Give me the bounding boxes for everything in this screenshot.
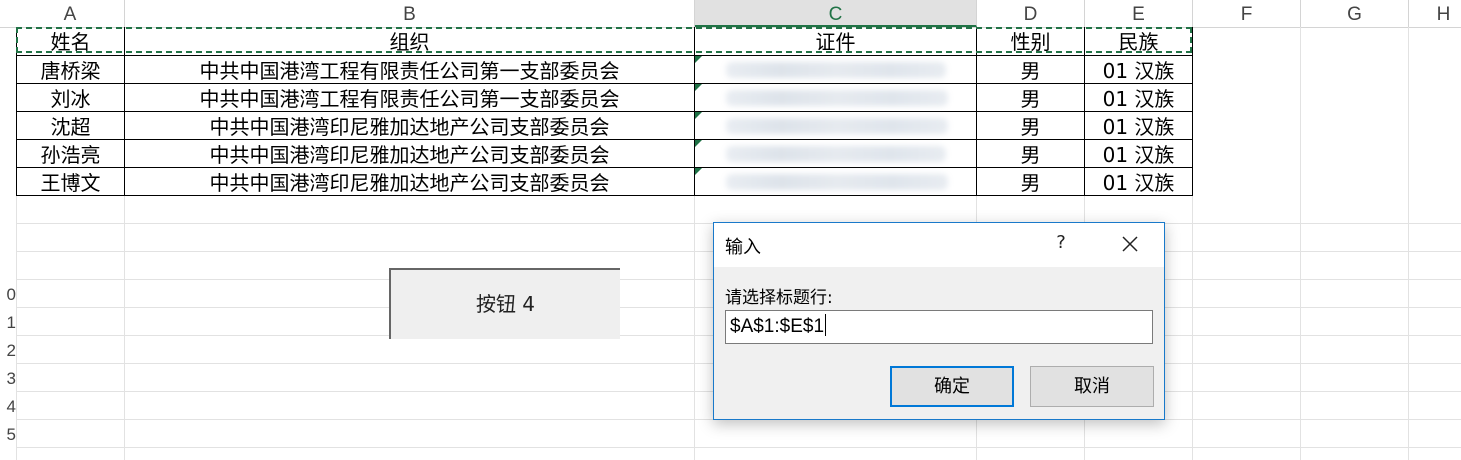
ok-button[interactable]: 确定 xyxy=(890,366,1014,407)
dialog-prompt: 请选择标题行: xyxy=(725,288,833,308)
column-header-g[interactable]: G xyxy=(1301,0,1409,27)
header-cell-id[interactable]: 证件 xyxy=(695,27,976,55)
text-caret xyxy=(825,314,827,336)
cell-org[interactable]: 中共中国港湾印尼雅加达地产公司支部委员会 xyxy=(125,168,694,196)
redacted-id-cell[interactable] xyxy=(726,118,948,134)
cell-ethnic[interactable]: 01 汉族 xyxy=(1085,168,1192,196)
cell-org[interactable]: 中共中国港湾印尼雅加达地产公司支部委员会 xyxy=(125,140,694,168)
cell-name[interactable]: 刘冰 xyxy=(17,84,124,112)
cell-gender[interactable]: 男 xyxy=(977,112,1084,140)
column-header-f[interactable]: F xyxy=(1193,0,1301,27)
cell-name[interactable]: 孙浩亮 xyxy=(17,140,124,168)
cell-ethnic[interactable]: 01 汉族 xyxy=(1085,140,1192,168)
help-icon[interactable]: ? xyxy=(1051,232,1071,253)
column-header-c[interactable]: C xyxy=(695,0,977,27)
cell-gender[interactable]: 男 xyxy=(977,84,1084,112)
cell-org[interactable]: 中共中国港湾印尼雅加达地产公司支部委员会 xyxy=(125,112,694,140)
column-header-e[interactable]: E xyxy=(1085,0,1193,27)
cell-gender[interactable]: 男 xyxy=(977,168,1084,196)
close-icon[interactable] xyxy=(1116,230,1144,258)
error-indicator-icon xyxy=(695,84,702,91)
cell-name[interactable]: 唐桥梁 xyxy=(17,56,124,84)
cell-gender[interactable]: 男 xyxy=(977,140,1084,168)
form-button-4[interactable]: 按钮 4 xyxy=(389,268,620,339)
redacted-id-cell[interactable] xyxy=(726,174,948,190)
redacted-id-cell[interactable] xyxy=(726,62,946,78)
row-header[interactable]: 5 xyxy=(0,421,16,449)
row-header[interactable]: 4 xyxy=(0,393,16,421)
column-header-h[interactable]: H xyxy=(1409,0,1461,27)
header-cell-org[interactable]: 组织 xyxy=(125,27,694,55)
row-header[interactable]: 3 xyxy=(0,365,16,393)
header-cell-ethnic[interactable]: 民族 xyxy=(1085,27,1192,55)
cancel-button[interactable]: 取消 xyxy=(1030,366,1154,407)
header-cell-name[interactable]: 姓名 xyxy=(17,27,124,55)
error-indicator-icon xyxy=(695,56,702,63)
row-header[interactable]: 1 xyxy=(0,309,16,337)
column-header-a[interactable]: A xyxy=(16,0,125,27)
table-border xyxy=(1192,27,1193,195)
range-input-value: $A$1:$E$1 xyxy=(730,316,825,337)
row-header[interactable]: 2 xyxy=(0,337,16,365)
cell-org[interactable]: 中共中国港湾工程有限责任公司第一支部委员会 xyxy=(125,84,694,112)
redacted-id-cell[interactable] xyxy=(726,146,946,162)
cell-ethnic[interactable]: 01 汉族 xyxy=(1085,84,1192,112)
redacted-id-cell[interactable] xyxy=(726,90,948,106)
range-input[interactable]: $A$1:$E$1 xyxy=(725,310,1153,344)
input-dialog: 输入 ? 请选择标题行: $A$1:$E$1 确定 取消 xyxy=(713,222,1165,420)
header-cell-gender[interactable]: 性别 xyxy=(977,27,1084,55)
cell-gender[interactable]: 男 xyxy=(977,56,1084,84)
gridline xyxy=(16,447,1461,448)
gridline xyxy=(1408,27,1409,460)
column-header-bar: A B C D E F G H xyxy=(0,0,1461,28)
cell-name[interactable]: 沈超 xyxy=(17,112,124,140)
error-indicator-icon xyxy=(695,168,702,175)
column-header-b[interactable]: B xyxy=(125,0,695,27)
error-indicator-icon xyxy=(695,112,702,119)
error-indicator-icon xyxy=(695,140,702,147)
cell-ethnic[interactable]: 01 汉族 xyxy=(1085,112,1192,140)
cell-name[interactable]: 王博文 xyxy=(17,168,124,196)
dialog-title: 输入 xyxy=(725,237,761,258)
cell-org[interactable]: 中共中国港湾工程有限责任公司第一支部委员会 xyxy=(125,56,694,84)
cell-ethnic[interactable]: 01 汉族 xyxy=(1085,56,1192,84)
dialog-titlebar[interactable]: 输入 ? xyxy=(714,223,1164,267)
column-header-d[interactable]: D xyxy=(977,0,1085,27)
gridline xyxy=(1300,27,1301,460)
row-header[interactable]: 0 xyxy=(0,281,16,309)
